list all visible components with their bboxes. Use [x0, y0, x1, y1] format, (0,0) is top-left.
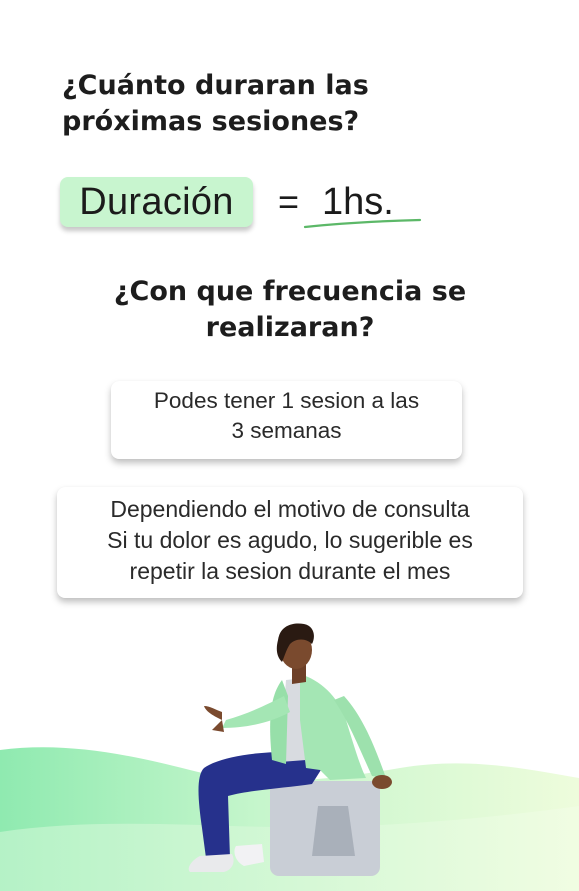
question-frequency-heading: ¿Con que frecuencia se realizaran?: [113, 276, 467, 343]
reason-card-line-3: repetir la sesion durante el mes: [129, 558, 451, 584]
duration-label-pill: Duración: [60, 177, 253, 227]
frequency-card-line-1: Podes tener 1 sesion a las: [153, 388, 420, 413]
hand-left: [204, 706, 224, 732]
hand-right: [372, 775, 392, 789]
reason-card-line-1: Dependiendo el motivo de consulta: [110, 496, 470, 522]
stool: [270, 781, 380, 876]
sitting-person-illustration: [0, 623, 579, 891]
reason-card: Dependiendo el motivo de consulta Si tu …: [57, 487, 523, 598]
reason-card-line-2: Si tu dolor es agudo, lo sugerible es: [107, 527, 473, 553]
question-duration-heading: ¿Cuánto duraran las próximas sesiones?: [62, 70, 369, 137]
underline-stroke: [303, 218, 422, 229]
duration-row: Duración = 1hs.: [60, 177, 440, 237]
frequency-card-line-2: 3 semanas: [231, 418, 342, 443]
equals-sign: =: [278, 181, 300, 222]
jacket-left: [270, 680, 288, 764]
frequency-card: Podes tener 1 sesion a las 3 semanas: [111, 381, 462, 459]
